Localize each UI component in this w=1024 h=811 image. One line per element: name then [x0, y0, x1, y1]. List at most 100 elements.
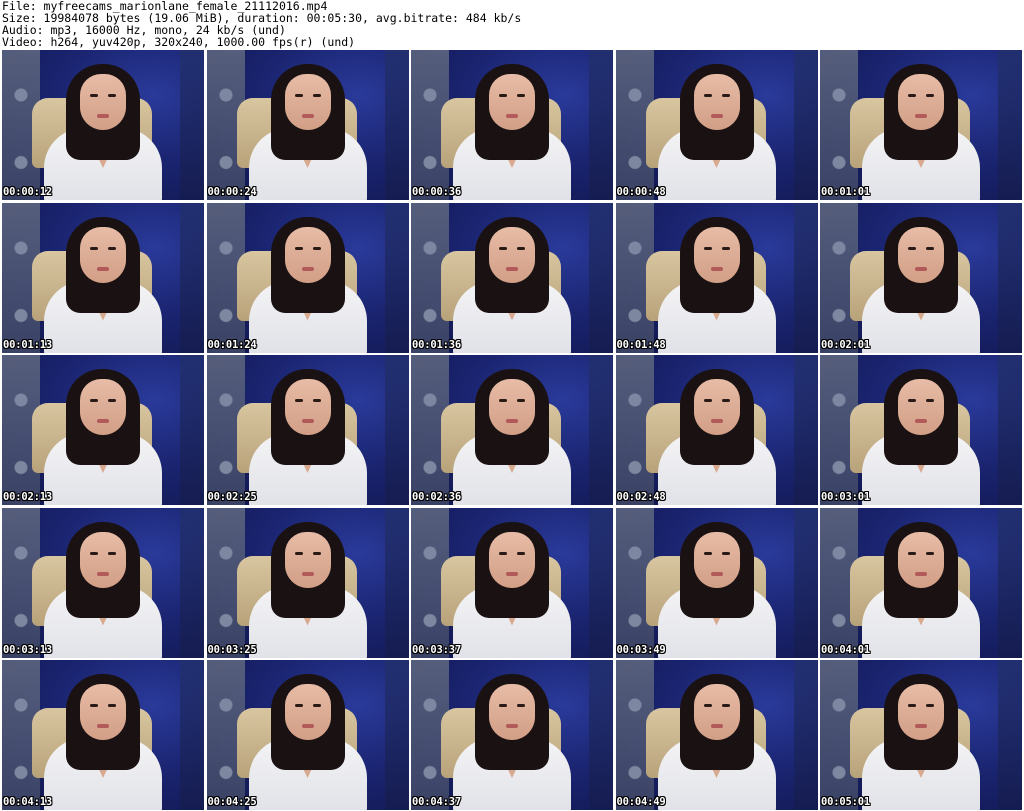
face: [80, 226, 126, 283]
wall-shadow: [180, 355, 204, 505]
mouth: [97, 571, 109, 576]
right-eye: [926, 246, 934, 250]
wall-shadow: [998, 507, 1022, 658]
wall-shadow: [589, 660, 613, 810]
wall-shadow: [589, 355, 613, 505]
mouth: [915, 419, 927, 423]
left-eye: [703, 246, 712, 250]
face: [80, 379, 126, 435]
face: [284, 226, 331, 283]
wall-shadow: [998, 355, 1022, 505]
video-thumbnail: 00:00:48: [615, 50, 818, 200]
face: [693, 531, 740, 588]
face: [898, 226, 944, 283]
video-thumbnail: 00:01:01: [820, 50, 1022, 200]
video-thumbnail: 00:05:01: [820, 660, 1022, 810]
left-eye: [294, 551, 303, 555]
right-eye: [721, 399, 730, 402]
mouth: [301, 419, 314, 423]
right-eye: [108, 399, 116, 402]
thumbnail-timestamp: 00:04:01: [821, 643, 870, 656]
wall-shadow: [793, 660, 818, 810]
mouth: [915, 571, 927, 576]
thumbnail-timestamp: 00:01:48: [616, 338, 666, 351]
video-thumbnail: 00:04:37: [411, 660, 613, 810]
left-eye: [294, 704, 303, 707]
face: [489, 684, 535, 740]
wall-shadow: [998, 660, 1022, 810]
wall-shadow: [793, 50, 818, 200]
right-eye: [312, 399, 321, 402]
face: [489, 531, 535, 588]
right-eye: [721, 551, 730, 555]
face: [898, 531, 944, 588]
mouth: [915, 266, 927, 271]
mouth: [506, 571, 518, 576]
left-eye: [908, 94, 916, 97]
mouth: [506, 419, 518, 423]
thumbnail-timestamp: 00:01:24: [207, 338, 257, 351]
right-eye: [926, 94, 934, 97]
face: [284, 74, 331, 130]
video-thumbnail: 00:01:36: [411, 202, 613, 353]
wall-shadow: [384, 507, 409, 658]
thumbnail-timestamp: 00:03:37: [412, 643, 461, 656]
left-eye: [908, 551, 916, 555]
face: [489, 226, 535, 283]
right-eye: [926, 551, 934, 555]
left-eye: [294, 94, 303, 97]
face: [693, 379, 740, 435]
video-thumbnail: 00:01:48: [615, 202, 818, 353]
thumbnail-timestamp: 00:04:49: [616, 796, 666, 808]
right-eye: [926, 704, 934, 707]
thumbnail-timestamp: 00:03:49: [616, 643, 666, 656]
thumbnail-timestamp: 00:04:37: [412, 796, 461, 808]
right-eye: [517, 551, 525, 555]
thumbnail-timestamp: 00:02:36: [412, 491, 461, 503]
mouth: [506, 266, 518, 271]
face: [898, 684, 944, 740]
face: [284, 684, 331, 740]
video-thumbnail: 00:03:49: [615, 507, 818, 658]
mouth: [97, 266, 109, 271]
wall-shadow: [589, 202, 613, 353]
right-eye: [312, 94, 321, 97]
left-eye: [499, 246, 507, 250]
right-eye: [721, 704, 730, 707]
left-eye: [499, 551, 507, 555]
face: [693, 226, 740, 283]
mouth: [506, 114, 518, 118]
wall-shadow: [793, 507, 818, 658]
video-thumbnail: 00:00:12: [2, 50, 204, 200]
wall-shadow: [384, 355, 409, 505]
video-thumbnail: 00:04:25: [206, 660, 409, 810]
right-eye: [108, 246, 116, 250]
wall-shadow: [998, 202, 1022, 353]
left-eye: [90, 246, 98, 250]
wall-shadow: [384, 660, 409, 810]
left-eye: [703, 551, 712, 555]
thumbnail-timestamp: 00:03:25: [207, 643, 257, 656]
thumbnail-timestamp: 00:02:48: [616, 491, 666, 503]
left-eye: [90, 94, 98, 97]
right-eye: [517, 704, 525, 707]
right-eye: [108, 94, 116, 97]
right-eye: [721, 94, 730, 97]
left-eye: [703, 399, 712, 402]
mouth: [97, 419, 109, 423]
face: [80, 74, 126, 130]
right-eye: [312, 551, 321, 555]
face: [489, 74, 535, 130]
thumbnail-timestamp: 00:02:13: [3, 491, 52, 503]
right-eye: [108, 551, 116, 555]
face: [80, 531, 126, 588]
mouth: [710, 114, 723, 118]
mouth: [710, 419, 723, 423]
video-thumbnail: 00:00:24: [206, 50, 409, 200]
video-thumbnail: 00:03:13: [2, 507, 204, 658]
mouth: [710, 724, 723, 728]
left-eye: [908, 704, 916, 707]
left-eye: [294, 246, 303, 250]
mouth: [710, 571, 723, 576]
video-thumbnail: 00:02:13: [2, 355, 204, 505]
